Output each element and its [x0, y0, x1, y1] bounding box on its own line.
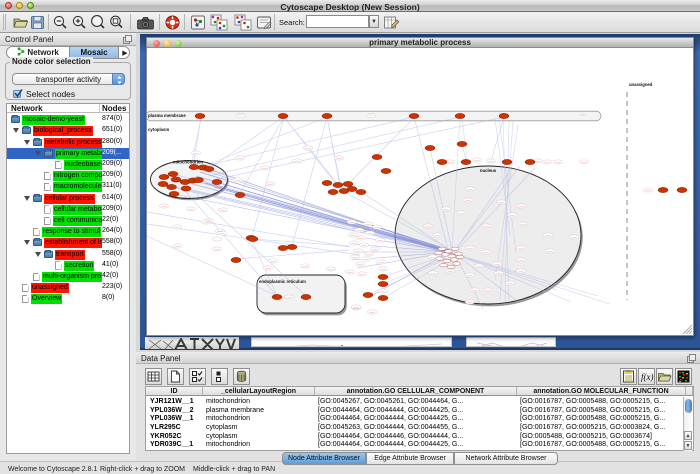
- svg-text:unassigned: unassigned: [629, 82, 653, 87]
- svg-text:mitochondrion: mitochondrion: [173, 160, 203, 165]
- svg-text:nucleus: nucleus: [480, 168, 497, 173]
- svg-text:plasma membrane: plasma membrane: [148, 113, 186, 118]
- svg-text:f(x): f(x): [641, 372, 654, 382]
- svg-text:cytoplasm: cytoplasm: [148, 127, 169, 132]
- svg-text:endoplasmic reticulum: endoplasmic reticulum: [259, 279, 306, 284]
